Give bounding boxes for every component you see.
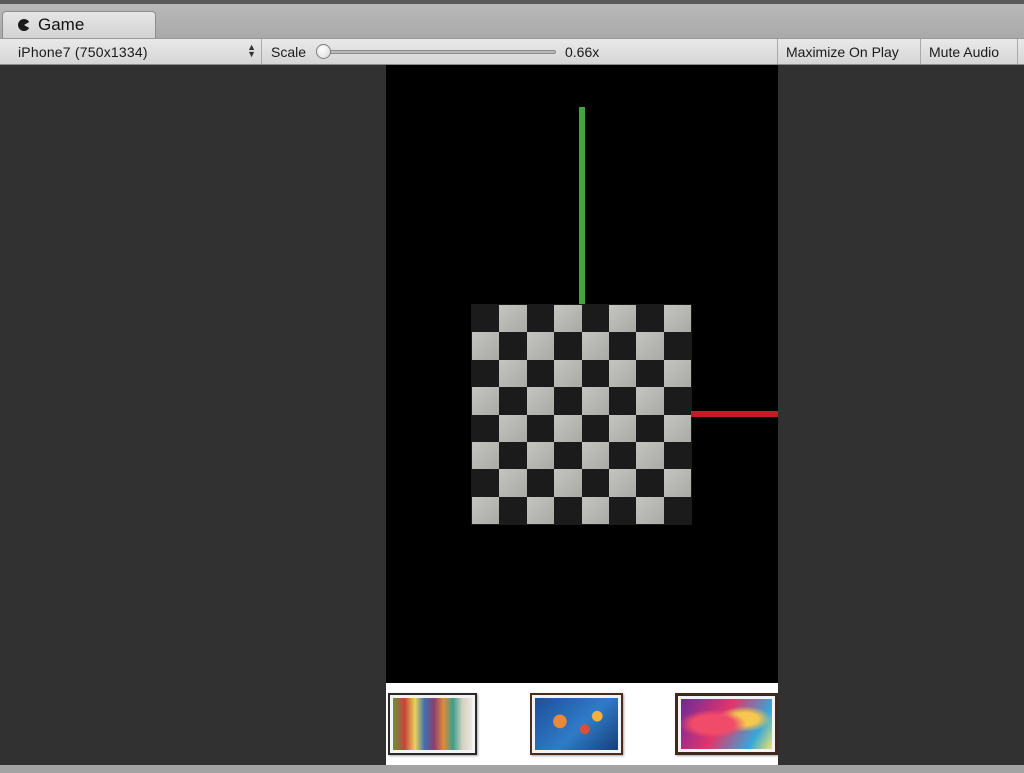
board-square bbox=[636, 496, 664, 524]
scale-slider-track[interactable] bbox=[322, 50, 556, 54]
board-square bbox=[636, 359, 664, 388]
maximize-on-play-button[interactable]: Maximize On Play bbox=[777, 39, 920, 64]
board-square bbox=[636, 469, 664, 497]
painting-thumbnail-abstract[interactable] bbox=[675, 693, 778, 755]
board-square bbox=[526, 332, 555, 360]
board-square bbox=[581, 469, 609, 497]
board-square bbox=[554, 332, 582, 360]
board-square bbox=[472, 496, 500, 524]
scale-slider-handle[interactable] bbox=[316, 44, 331, 59]
game-render-area[interactable] bbox=[386, 65, 778, 765]
board-square bbox=[499, 387, 527, 415]
board-square bbox=[608, 441, 637, 470]
painting-image bbox=[535, 698, 618, 750]
board-square bbox=[472, 414, 500, 442]
y-axis-gizmo bbox=[579, 107, 585, 305]
board-square bbox=[526, 496, 555, 524]
board-square bbox=[472, 359, 500, 388]
board-square bbox=[636, 387, 664, 415]
board-square bbox=[499, 469, 527, 497]
game-viewport bbox=[0, 65, 1024, 765]
board-square bbox=[554, 359, 582, 388]
board-square bbox=[526, 414, 555, 442]
board-square bbox=[636, 332, 664, 360]
resolution-label: iPhone7 (750x1334) bbox=[18, 43, 148, 60]
painting-image bbox=[393, 698, 472, 750]
board-square bbox=[499, 359, 527, 388]
board-square bbox=[663, 305, 691, 333]
board-square bbox=[499, 496, 527, 524]
board-square bbox=[608, 496, 637, 524]
board-square bbox=[472, 387, 500, 415]
painting-thumbnail-fish[interactable] bbox=[530, 693, 623, 755]
board-square bbox=[499, 305, 527, 333]
board-square bbox=[636, 441, 664, 470]
mute-audio-button[interactable]: Mute Audio bbox=[920, 39, 1018, 64]
board-square bbox=[554, 387, 582, 415]
board-square bbox=[554, 414, 582, 442]
board-square bbox=[581, 387, 609, 415]
board-square bbox=[472, 332, 500, 360]
game-window: Game iPhone7 (750x1334) ▲ ▼ Scale 0.66x M… bbox=[0, 0, 1024, 773]
game-tab-label: Game bbox=[38, 15, 85, 34]
bottom-status-strip bbox=[0, 765, 1024, 773]
board-square bbox=[472, 305, 500, 333]
board-square bbox=[581, 441, 609, 470]
pacman-icon bbox=[18, 18, 30, 31]
board-square bbox=[663, 496, 691, 524]
x-axis-gizmo bbox=[691, 411, 778, 417]
board-square bbox=[608, 414, 637, 442]
board-square bbox=[636, 305, 664, 333]
board-square bbox=[499, 332, 527, 360]
board-square bbox=[554, 496, 582, 524]
board-square bbox=[472, 441, 500, 470]
board-square bbox=[663, 359, 691, 388]
board-square bbox=[554, 469, 582, 497]
game-toolbar: iPhone7 (750x1334) ▲ ▼ Scale 0.66x Maximi… bbox=[0, 38, 1024, 65]
board-square bbox=[526, 387, 555, 415]
board-square bbox=[499, 441, 527, 470]
board-square bbox=[608, 359, 637, 388]
board-square bbox=[663, 414, 691, 442]
board-square bbox=[608, 387, 637, 415]
board-square bbox=[581, 359, 609, 388]
dropdown-arrows-icon: ▲ ▼ bbox=[247, 42, 256, 59]
thumbnail-bar bbox=[386, 683, 778, 765]
board-square bbox=[608, 332, 637, 360]
board-square bbox=[526, 305, 555, 333]
board-square bbox=[499, 414, 527, 442]
checkerboard[interactable] bbox=[472, 305, 691, 524]
board-square bbox=[526, 359, 555, 388]
painting-image bbox=[681, 699, 772, 749]
board-square bbox=[554, 441, 582, 470]
board-square bbox=[581, 305, 609, 333]
game-tab[interactable]: Game bbox=[2, 11, 156, 38]
tab-bar: Game bbox=[0, 0, 1024, 38]
board-square bbox=[581, 332, 609, 360]
board-square bbox=[526, 441, 555, 470]
board-square bbox=[636, 414, 664, 442]
board-square bbox=[608, 305, 637, 333]
board-square bbox=[581, 496, 609, 524]
board-square bbox=[581, 414, 609, 442]
board-square bbox=[608, 469, 637, 497]
board-square bbox=[526, 469, 555, 497]
board-square bbox=[663, 469, 691, 497]
scale-label: Scale bbox=[271, 43, 307, 60]
board-square bbox=[663, 332, 691, 360]
board-square bbox=[472, 469, 500, 497]
board-square bbox=[554, 305, 582, 333]
painting-thumbnail-street[interactable] bbox=[388, 693, 477, 755]
scale-value: 0.66x bbox=[565, 43, 600, 60]
board-square bbox=[663, 441, 691, 470]
board-square bbox=[663, 387, 691, 415]
resolution-dropdown[interactable]: iPhone7 (750x1334) ▲ ▼ bbox=[8, 39, 262, 64]
